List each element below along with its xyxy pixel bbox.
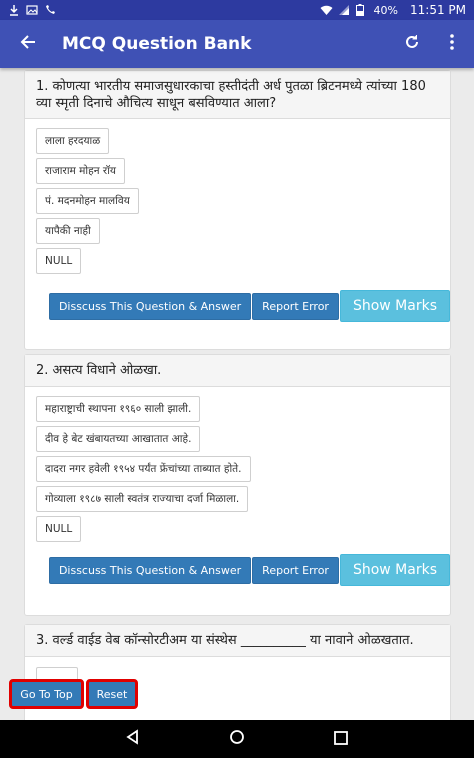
nav-back-icon [125, 729, 141, 749]
question-card: 1. कोणत्या भारतीय समाजसुधारकाचा हस्तीदंत… [24, 70, 451, 350]
status-bar: 40% 11:51 PM [0, 0, 474, 20]
reset-button[interactable]: Reset [86, 679, 138, 709]
option[interactable]: NULL [36, 516, 82, 542]
app-bar: MCQ Question Bank [0, 20, 474, 68]
phone-icon [44, 4, 56, 16]
question-list[interactable]: 1. कोणत्या भारतीय समाजसुधारकाचा हस्तीदंत… [0, 68, 474, 720]
battery-icon [355, 4, 368, 16]
nav-recents-icon [334, 730, 348, 749]
show-marks-button[interactable]: Show Marks [339, 290, 450, 322]
question-text: 3. वर्ल्ड वाईड वेब कॉन्सोरटीअम या संस्थे… [25, 625, 450, 657]
question-text: 2. असत्य विधाने ओळखा. [25, 355, 450, 387]
arrow-left-icon [20, 34, 36, 54]
discuss-button[interactable]: Disscuss This Question & Answer [48, 292, 252, 320]
clock: 11:51 PM [410, 3, 466, 17]
report-error-button[interactable]: Report Error [252, 292, 339, 320]
option[interactable]: दीव हे बेट खंबायतच्या आखातात आहे. [36, 426, 201, 452]
nav-recents-button[interactable] [329, 727, 353, 751]
image-icon [26, 4, 38, 16]
battery-percent: 40% [373, 3, 398, 17]
signal-icon [338, 4, 350, 16]
wifi-icon [320, 4, 333, 16]
more-vertical-icon [450, 34, 454, 54]
options-list: लाला हरदयाळ राजाराम मोहन रॉय पं. मदनमोहन… [25, 119, 450, 349]
discuss-button[interactable]: Disscuss This Question & Answer [48, 556, 252, 584]
app-title: MCQ Question Bank [62, 34, 252, 54]
option[interactable]: NULL [36, 248, 82, 274]
back-button[interactable] [0, 20, 56, 68]
options-list: महाराष्ट्राची स्थापना १९६० साली झाली. दी… [25, 387, 450, 615]
refresh-button[interactable] [392, 20, 432, 68]
option[interactable]: गोव्याला १९८७ साली स्वतंत्र राज्याचा दर्… [36, 486, 249, 512]
system-nav-bar [0, 720, 474, 758]
option[interactable]: राजाराम मोहन रॉय [36, 158, 125, 184]
question-card: 2. असत्य विधाने ओळखा. महाराष्ट्राची स्था… [24, 354, 451, 616]
action-buttons: Disscuss This Question & Answer Report E… [48, 554, 450, 586]
option[interactable]: पं. मदनमोहन मालविय [36, 188, 139, 214]
report-error-button[interactable]: Report Error [252, 556, 339, 584]
option[interactable]: लाला हरदयाळ [36, 128, 110, 154]
go-to-top-button[interactable]: Go To Top [9, 679, 84, 709]
action-buttons: Disscuss This Question & Answer Report E… [48, 290, 450, 322]
nav-home-icon [229, 729, 245, 749]
show-marks-button[interactable]: Show Marks [339, 554, 450, 586]
download-icon [8, 4, 20, 16]
nav-home-button[interactable] [225, 727, 249, 751]
question-text: 1. कोणत्या भारतीय समाजसुधारकाचा हस्तीदंत… [25, 71, 450, 119]
refresh-icon [404, 34, 420, 54]
more-options-button[interactable] [432, 20, 472, 68]
nav-back-button[interactable] [121, 727, 145, 751]
option[interactable]: यापैकी नाही [36, 218, 100, 244]
option[interactable]: दादरा नगर हवेली १९५४ पर्यंत फ्रेंचांच्या… [36, 456, 251, 482]
option[interactable]: महाराष्ट्राची स्थापना १९६० साली झाली. [36, 396, 201, 422]
